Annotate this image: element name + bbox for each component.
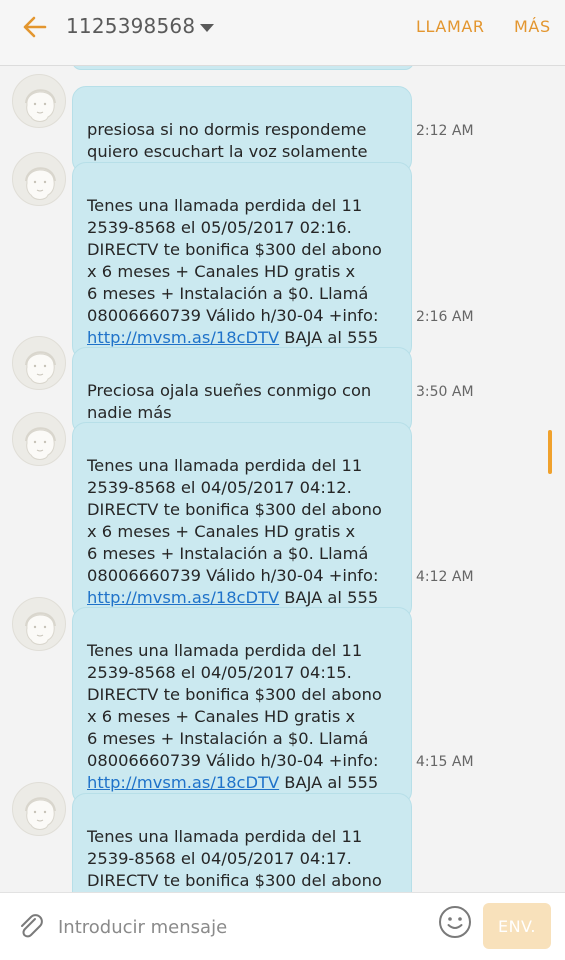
back-arrow-icon: [23, 16, 47, 38]
message-bubble[interactable]: Tenes una llamada perdida del 11 2539-85…: [72, 162, 412, 360]
contact-dropdown-button[interactable]: [197, 20, 217, 36]
message-time: 3:50 AM: [416, 384, 474, 400]
avatar: [12, 597, 66, 651]
message-bubble[interactable]: presiosa si no dormis respondeme quiero …: [72, 86, 412, 174]
message-input[interactable]: [56, 907, 420, 947]
paperclip-icon: [21, 914, 43, 938]
message-bubble[interactable]: Tenes una llamada perdida del 11 2539-85…: [72, 422, 412, 620]
back-button[interactable]: [16, 12, 52, 42]
contact-avatar-icon: [25, 612, 56, 645]
call-button[interactable]: LLAMAR: [416, 17, 485, 36]
contact-avatar-icon: [25, 351, 56, 384]
smiley-icon: [439, 906, 471, 938]
message-time: 2:12 AM: [416, 123, 474, 139]
message-text-suffix: BAJA al 555: [279, 328, 379, 347]
message-text: Tenes una llamada perdida del 11 2539-85…: [87, 641, 382, 770]
message-link[interactable]: http://mvsm.as/18cDTV: [87, 328, 279, 347]
avatar: [12, 336, 66, 390]
message-time: 4:12 AM: [416, 569, 474, 585]
send-button[interactable]: ENV.: [483, 903, 551, 949]
message-text: Tenes una llamada perdida del 11 2539-85…: [87, 456, 382, 585]
chevron-down-icon: [200, 24, 214, 32]
conversation-area[interactable]: presiosa si no dormis respondeme quiero …: [0, 66, 565, 892]
contact-avatar-icon: [25, 797, 56, 830]
message-link[interactable]: http://mvsm.as/18cDTV: [87, 588, 279, 607]
avatar: [12, 782, 66, 836]
message-link[interactable]: http://mvsm.as/18cDTV: [87, 773, 279, 792]
app-header: 1125398568 LLAMAR MÁS: [0, 0, 565, 66]
message-bubble[interactable]: Tenes una llamada perdida del 11 2539-85…: [72, 793, 412, 892]
message-text: Preciosa ojala sueñes conmigo con nadie …: [87, 381, 372, 422]
avatar: [12, 412, 66, 466]
message-composer: [0, 892, 565, 960]
message-text: presiosa si no dormis respondeme quiero …: [87, 120, 368, 161]
message-time: 2:16 AM: [416, 309, 474, 325]
avatar: [12, 152, 66, 206]
message-time: 4:15 AM: [416, 754, 474, 770]
contact-avatar-icon: [25, 89, 56, 122]
scrollbar[interactable]: [548, 430, 552, 474]
message-text: Tenes una llamada perdida del 11 2539-85…: [87, 827, 382, 890]
contact-number[interactable]: 1125398568: [66, 14, 195, 38]
avatar: [12, 74, 66, 128]
previous-message-bubble: [72, 66, 414, 70]
message-text: Tenes una llamada perdida del 11 2539-85…: [87, 196, 382, 325]
more-button[interactable]: MÁS: [514, 17, 551, 36]
emoji-button[interactable]: [436, 903, 474, 941]
attach-button[interactable]: [14, 910, 46, 942]
contact-avatar-icon: [25, 427, 56, 460]
contact-avatar-icon: [25, 167, 56, 200]
message-text-suffix: BAJA al 555: [279, 588, 379, 607]
message-bubble[interactable]: Tenes una llamada perdida del 11 2539-85…: [72, 607, 412, 805]
message-text-suffix: BAJA al 555: [279, 773, 379, 792]
